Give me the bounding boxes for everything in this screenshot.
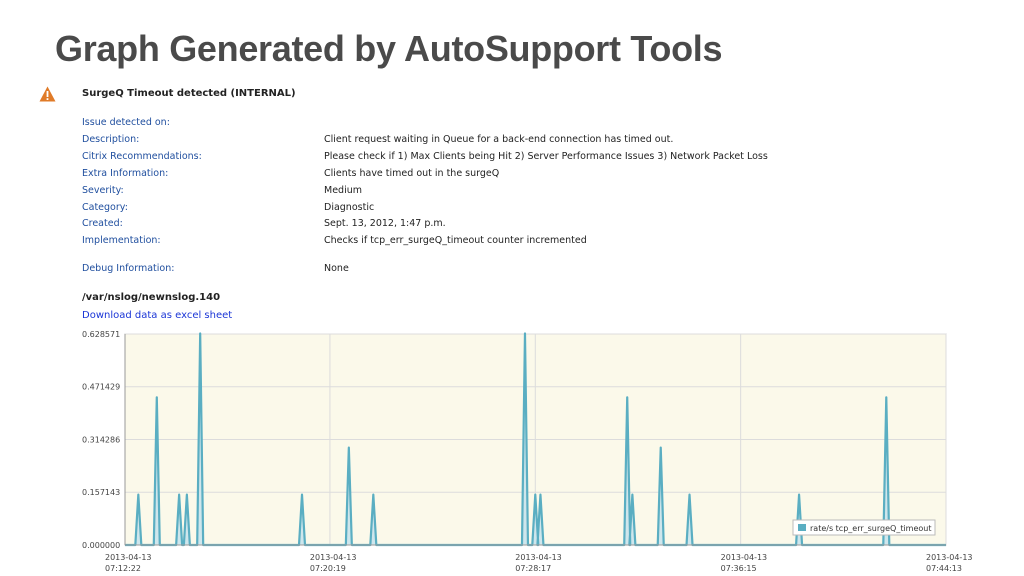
x-tick-label-time: 07:12:22 — [105, 564, 141, 573]
x-tick-label-date: 2013-04-13 — [721, 553, 768, 562]
data-point — [178, 493, 180, 496]
data-point — [631, 493, 634, 496]
x-tick-label-time: 07:36:15 — [721, 564, 757, 573]
data-point — [534, 493, 537, 496]
data-point — [301, 493, 303, 496]
data-point — [659, 446, 662, 449]
x-tick-label-date: 2013-04-13 — [926, 553, 973, 562]
x-tick-label-time: 07:44:13 — [926, 564, 962, 573]
data-point — [199, 332, 201, 335]
data-point — [372, 493, 375, 496]
data-point — [137, 493, 140, 496]
x-tick-label-date: 2013-04-13 — [310, 553, 357, 562]
data-point — [798, 493, 800, 496]
x-tick-label-date: 2013-04-13 — [515, 553, 562, 562]
y-tick-label: 0.314286 — [82, 435, 120, 444]
data-point — [885, 396, 888, 399]
data-point — [524, 332, 526, 335]
data-point — [186, 493, 188, 496]
x-tick-label-time: 07:20:19 — [310, 564, 346, 573]
y-tick-label: 0.628571 — [82, 330, 120, 339]
x-tick-label-time: 07:28:17 — [515, 564, 551, 573]
data-point — [155, 396, 158, 399]
legend-label: rate/s tcp_err_surgeQ_timeout — [810, 524, 932, 533]
y-tick-label: 0.000000 — [82, 541, 120, 550]
data-point — [626, 396, 629, 399]
legend-swatch — [798, 524, 806, 531]
data-point — [539, 493, 542, 496]
data-point — [688, 493, 691, 496]
timeout-rate-chart: 0.000000 0.157143 0.314286 0.471429 0.628571… — [82, 330, 973, 573]
data-point — [348, 446, 350, 449]
y-tick-label: 0.471429 — [82, 383, 120, 392]
x-tick-label-date: 2013-04-13 — [105, 553, 152, 562]
y-tick-label: 0.157143 — [82, 488, 120, 497]
